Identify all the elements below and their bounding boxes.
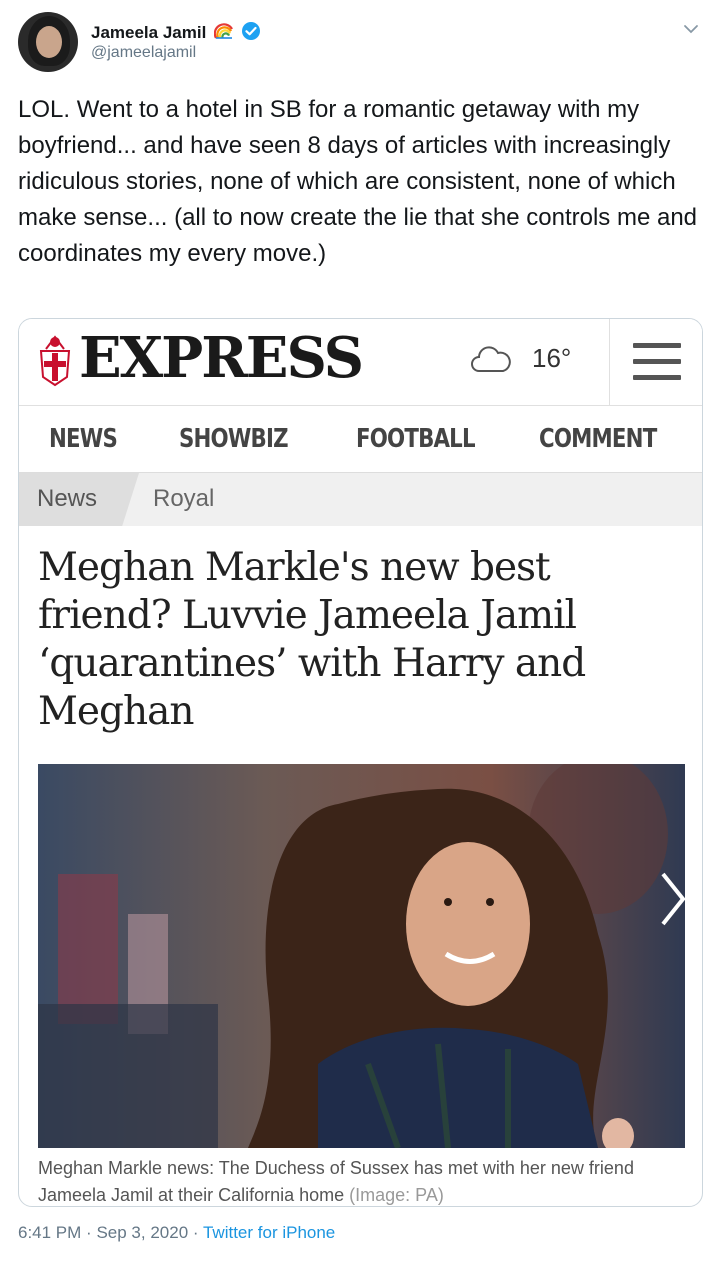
- weather-temperature: 16°: [532, 343, 572, 373]
- tweet-metadata: 6:41 PM · Sep 3, 2020 · Twitter for iPho…: [18, 1223, 335, 1243]
- caption-text: Meghan Markle news: The Duchess of Susse…: [38, 1158, 634, 1205]
- breadcrumb-news[interactable]: News: [19, 473, 139, 526]
- hamburger-menu-icon[interactable]: [609, 319, 702, 405]
- article-photo[interactable]: [38, 764, 685, 1148]
- article-headline: Meghan Markle's new best friend? Luvvie …: [38, 545, 586, 734]
- tweet-time[interactable]: 6:41 PM: [18, 1223, 81, 1242]
- tweet-header: Jameela Jamil @jameelajamil: [18, 10, 708, 72]
- article-screenshot-card[interactable]: EXPRESS 16° NEWS SHOWBIZ FOOTBALL COMMEN…: [18, 318, 703, 1207]
- section-nav: NEWS SHOWBIZ FOOTBALL COMMENT: [19, 406, 702, 473]
- verified-badge-icon: [241, 21, 261, 46]
- avatar[interactable]: [18, 12, 78, 72]
- nav-comment[interactable]: COMMENT: [539, 424, 657, 454]
- breadcrumb-royal[interactable]: Royal: [153, 485, 214, 513]
- rainbow-flag-icon: [213, 23, 234, 44]
- user-handle[interactable]: @jameelajamil: [91, 44, 196, 62]
- photo-credit: (Image: PA): [349, 1185, 444, 1205]
- tweet-text: LOL. Went to a hotel in SB for a romanti…: [18, 96, 698, 267]
- meta-separator: ·: [86, 1223, 92, 1242]
- chevron-down-icon[interactable]: [682, 20, 700, 38]
- express-header: EXPRESS 16°: [19, 319, 702, 406]
- tweet-source-link[interactable]: Twitter for iPhone: [203, 1223, 335, 1242]
- express-crest-icon: [37, 333, 73, 389]
- photo-caption: Meghan Markle news: The Duchess of Susse…: [38, 1155, 678, 1206]
- nav-football[interactable]: FOOTBALL: [356, 424, 476, 454]
- display-name[interactable]: Jameela Jamil: [91, 23, 206, 42]
- display-name-row[interactable]: Jameela Jamil: [91, 21, 261, 46]
- nav-showbiz[interactable]: SHOWBIZ: [179, 424, 289, 454]
- express-logo[interactable]: EXPRESS: [79, 325, 364, 391]
- breadcrumb: News Royal: [19, 473, 702, 526]
- cloud-icon: [471, 344, 511, 374]
- meta-separator: ·: [192, 1223, 199, 1242]
- nav-news[interactable]: NEWS: [49, 424, 118, 454]
- tweet-date[interactable]: Sep 3, 2020: [96, 1223, 188, 1242]
